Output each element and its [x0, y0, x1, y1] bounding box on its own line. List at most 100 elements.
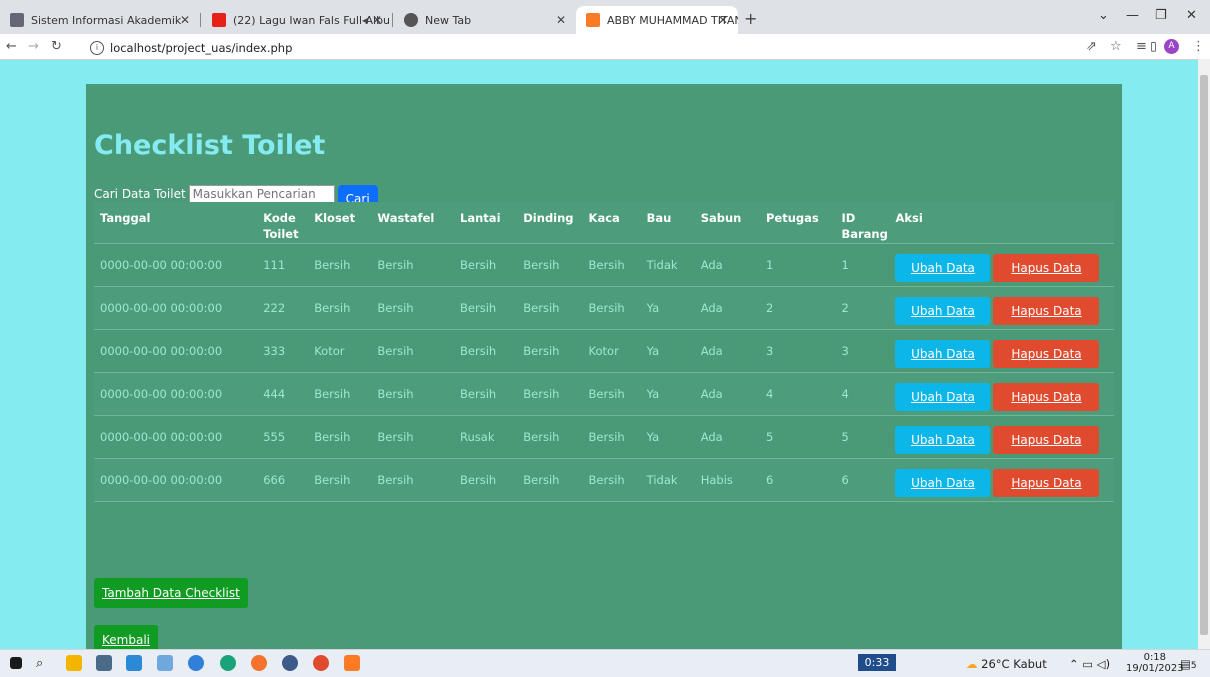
- info-icon[interactable]: i: [90, 40, 104, 55]
- cell-dinding: Bersih: [517, 415, 583, 459]
- cell-sabun: Ada: [694, 329, 760, 373]
- forward-icon[interactable]: →: [28, 39, 39, 54]
- system-clock[interactable]: 0:18 19/01/2023: [1126, 652, 1184, 674]
- side-panel-icon[interactable]: ▯: [1146, 39, 1161, 54]
- cell-kaca: Bersih: [582, 243, 641, 287]
- table-row: 0000-00-00 00:00:00 666 Bersih Bersih Bersih…: [94, 458, 1114, 502]
- system-tray-icons[interactable]: ⌃ ▭ ◁): [1069, 657, 1110, 671]
- cell-petugas: 5: [759, 415, 836, 459]
- url-field[interactable]: i localhost/project_uas/index.php: [90, 38, 1145, 57]
- cell-lantai: Bersih: [454, 372, 518, 416]
- cell-id_barang: 1: [835, 243, 890, 287]
- delete-data-button[interactable]: Hapus Data: [993, 425, 1100, 454]
- weather-widget[interactable]: ☁ 26°C Kabut: [966, 657, 1047, 671]
- profile-avatar[interactable]: A: [1164, 39, 1179, 54]
- cell-dinding: Bersih: [517, 329, 583, 373]
- delete-data-button[interactable]: Hapus Data: [993, 296, 1100, 325]
- cell-petugas: 3: [759, 329, 836, 373]
- cell-tanggal: 0000-00-00 00:00:00: [94, 372, 258, 416]
- edit-data-button[interactable]: Ubah Data: [895, 468, 991, 497]
- firefox-icon[interactable]: [251, 655, 267, 671]
- cell-aksi: Ubah Data Hapus Data: [889, 458, 1114, 502]
- chrome-taskbar-icon[interactable]: [313, 655, 329, 671]
- app-icon[interactable]: [282, 655, 298, 671]
- column-header: Petugas: [759, 202, 836, 244]
- tab-abby[interactable]: ABBY MUHAMMAD TITAN ✕: [576, 6, 738, 34]
- close-window-button[interactable]: ✕: [1186, 8, 1197, 23]
- weather-text: 26°C Kabut: [981, 657, 1047, 671]
- delete-data-button[interactable]: Hapus Data: [993, 339, 1100, 368]
- cell-kode: 111: [257, 243, 309, 287]
- cell-id_barang: 5: [835, 415, 890, 459]
- edit-data-button[interactable]: Ubah Data: [895, 296, 991, 325]
- weather-icon: ☁: [966, 657, 978, 671]
- share-icon[interactable]: ⇗: [1086, 39, 1097, 54]
- bookmark-star-icon[interactable]: ☆: [1110, 39, 1122, 54]
- youtube-icon: [212, 13, 226, 27]
- notification-icon[interactable]: ▤5: [1180, 657, 1197, 671]
- column-header: Bau: [640, 202, 695, 244]
- cell-kode: 444: [257, 372, 309, 416]
- cell-aksi: Ubah Data Hapus Data: [889, 243, 1114, 287]
- close-icon[interactable]: ✕: [180, 13, 190, 27]
- windows-taskbar: ⌕ 0:33 ☁ 26°C Kabut ⌃ ▭ ◁) 0:18 19/01/20…: [0, 649, 1210, 677]
- cell-petugas: 2: [759, 286, 836, 330]
- close-icon[interactable]: ✕: [372, 13, 382, 27]
- search-icon[interactable]: ⌕: [36, 656, 52, 672]
- address-bar-row: ← → ↻ i localhost/project_uas/index.php …: [0, 34, 1210, 60]
- menu-icon[interactable]: ⋮: [1192, 39, 1205, 54]
- tab-title: Sistem Informasi Akademik: [31, 13, 182, 27]
- media-timer[interactable]: 0:33: [858, 654, 896, 671]
- checklist-table: Tanggal Kode Toilet Kloset Wastafel Lant…: [94, 202, 1114, 502]
- search-input[interactable]: [188, 185, 335, 203]
- cell-kaca: Bersih: [582, 415, 641, 459]
- cell-dinding: Bersih: [517, 286, 583, 330]
- page-scrollbar[interactable]: [1198, 59, 1210, 649]
- cell-sabun: Ada: [694, 243, 760, 287]
- edge-icon[interactable]: [220, 655, 236, 671]
- speaker-icon[interactable]: ◂: [362, 13, 368, 27]
- edit-data-button[interactable]: Ubah Data: [895, 382, 991, 411]
- maximize-button[interactable]: ❐: [1155, 8, 1167, 23]
- edit-data-button[interactable]: Ubah Data: [895, 339, 991, 368]
- tab-search-icon[interactable]: ⌄: [1098, 8, 1109, 23]
- new-tab-button[interactable]: +: [744, 9, 757, 28]
- edit-data-button[interactable]: Ubah Data: [895, 253, 991, 282]
- cell-aksi: Ubah Data Hapus Data: [889, 286, 1114, 330]
- cell-kaca: Bersih: [582, 372, 641, 416]
- cell-bau: Ya: [640, 329, 695, 373]
- cell-kode: 333: [257, 329, 309, 373]
- close-icon[interactable]: ✕: [556, 13, 566, 27]
- cell-wastafel: Bersih: [371, 329, 455, 373]
- tab-sistem-informasi[interactable]: Sistem Informasi Akademik ✕: [0, 6, 200, 34]
- tab-new-tab[interactable]: New Tab ✕: [394, 6, 576, 34]
- cell-kloset: Bersih: [308, 243, 372, 287]
- search-label: Cari Data Toilet: [94, 187, 186, 201]
- delete-data-button[interactable]: Hapus Data: [993, 253, 1100, 282]
- close-icon[interactable]: ✕: [718, 13, 728, 27]
- add-checklist-button[interactable]: Tambah Data Checklist: [94, 578, 248, 608]
- cell-dinding: Bersih: [517, 372, 583, 416]
- calculator-icon[interactable]: [96, 655, 112, 671]
- cell-kaca: Kotor: [582, 329, 641, 373]
- cell-sabun: Ada: [694, 415, 760, 459]
- cell-id_barang: 3: [835, 329, 890, 373]
- xampp-taskbar-icon[interactable]: [344, 655, 360, 671]
- back-icon[interactable]: ←: [6, 39, 17, 54]
- file-explorer-icon[interactable]: [66, 655, 82, 671]
- column-header: Aksi: [889, 202, 1114, 244]
- start-windows-icon[interactable]: [10, 657, 22, 669]
- cell-sabun: Ada: [694, 372, 760, 416]
- cortana-icon[interactable]: [188, 655, 204, 671]
- edit-data-button[interactable]: Ubah Data: [895, 425, 991, 454]
- delete-data-button[interactable]: Hapus Data: [993, 468, 1100, 497]
- delete-data-button[interactable]: Hapus Data: [993, 382, 1100, 411]
- cell-aksi: Ubah Data Hapus Data: [889, 415, 1114, 459]
- minimize-button[interactable]: —: [1126, 8, 1139, 23]
- reload-icon[interactable]: ↻: [51, 39, 62, 54]
- tab-youtube[interactable]: (22) Lagu Iwan Fals Full Albu ◂ ✕: [202, 6, 392, 34]
- vscode-icon[interactable]: [126, 655, 142, 671]
- photos-icon[interactable]: [157, 655, 173, 671]
- graduation-icon: [10, 13, 24, 27]
- cell-petugas: 1: [759, 243, 836, 287]
